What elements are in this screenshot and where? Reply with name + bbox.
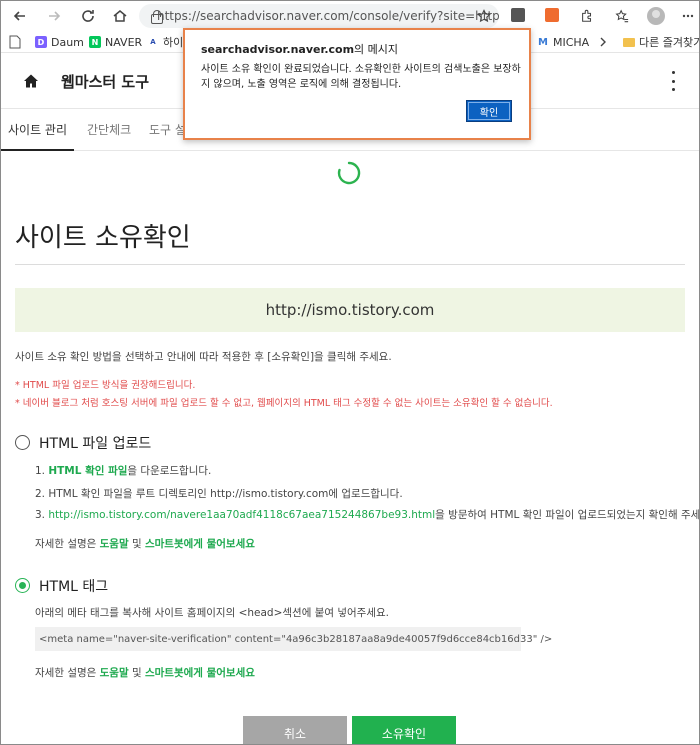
app-title: 웹마스터 도구 [61,73,150,91]
bookmark-micha[interactable]: M MICHA [537,34,589,50]
favorite-add-icon[interactable] [473,5,495,27]
step-text: 을 방문하여 HTML 확인 파일이 업로드되었는지 확인해 주세요. [435,509,700,521]
html-upload-label[interactable]: HTML 파일 업로드 [39,433,151,453]
bookmark-label: 다른 즐겨찾기 [639,36,700,49]
site-url-box: http://ismo.tistory.com [15,288,685,332]
dialog-domain: searchadvisor.naver.com [201,43,355,56]
bookmark-document-icon[interactable] [9,34,21,50]
html-tag-description: 아래의 메타 태그를 복사해 사이트 홈페이지의 <head>섹션에 붙여 넣어… [35,607,389,619]
help-link[interactable]: 도움말 [100,667,129,679]
help-middle: 및 [128,538,145,550]
step-number: 1. [35,465,49,477]
bookmark-daum[interactable]: D Daum [35,34,84,50]
profile-avatar[interactable] [647,7,665,25]
address-url: https://searchadvisor.naver.com/console/… [157,9,499,23]
upload-step-2: 2. HTML 확인 파일을 루트 디렉토리인 http://ismo.tist… [35,488,403,500]
instruction-text: 사이트 소유 확인 방법을 선택하고 안내에 따라 적용한 후 [소유확인]을 … [15,351,392,363]
bookmark-label: Daum [51,35,84,49]
reload-icon[interactable] [77,5,99,27]
extension-tool-icon[interactable] [545,8,559,22]
favorites-icon[interactable] [611,5,633,27]
bookmark-other-favorites[interactable]: 다른 즐겨찾기 [623,34,700,50]
html-upload-radio[interactable] [15,435,30,450]
back-icon[interactable] [9,5,31,27]
upload-step-1: 1. HTML 확인 파일을 다운로드합니다. [35,463,211,478]
tab-site-management[interactable]: 사이트 관리 [1,109,74,151]
home-browser-icon[interactable] [109,5,131,27]
help-middle: 및 [128,667,145,679]
dialog-message: 사이트 소유 확인이 완료되었습니다. 소유확인한 사이트의 검색노출은 보장하… [201,64,521,90]
warning-text: * HTML 파일 업로드 방식을 권장해드립니다. [15,380,196,391]
upload-step-3: 3. http://ismo.tistory.com/navere1aa70ad… [35,507,700,522]
meta-tag-code[interactable]: <meta name="naver-site-verification" con… [39,634,552,645]
html-tag-label[interactable]: HTML 태그 [39,576,108,596]
help-text: 자세한 설명은 도움말 및 스마트봇에게 물어보세요 [35,536,255,551]
step-number: 3. [35,509,49,521]
download-html-file-link[interactable]: HTML 확인 파일 [48,465,127,477]
bookmark-label: MICHA [553,35,590,49]
meta-tag-box[interactable]: <meta name="naver-site-verification" con… [35,627,552,651]
smartbot-link[interactable]: 스마트봇에게 물어보세요 [145,667,255,679]
alert-dialog: searchadvisor.naver.com의 메시지 사이트 소유 확인이 … [183,28,531,140]
html-tag-radio[interactable] [15,578,30,593]
extension-c-icon[interactable] [511,8,525,22]
daum-icon: D [35,36,47,48]
smartbot-link[interactable]: 스마트봇에게 물어보세요 [145,538,255,550]
step-text: 을 다운로드합니다. [127,465,212,477]
naver-icon: N [89,36,101,48]
help-prefix: 자세한 설명은 [35,538,100,550]
address-bar[interactable]: https://searchadvisor.naver.com/console/… [139,4,499,28]
bookmark-label: NAVER [105,35,143,49]
browser-window: https://searchadvisor.naver.com/console/… [0,0,700,745]
extensions-puzzle-icon[interactable] [576,5,598,27]
dialog-title: searchadvisor.naver.com의 메시지 [201,41,398,57]
help-text: 자세한 설명은 도움말 및 스마트봇에게 물어보세요 [35,665,255,680]
page-title: 사이트 소유확인 [15,223,191,253]
warning-text: * 네이버 블로그 처럼 호스팅 서버에 파일 업로드 할 수 없고, 웹페이지… [15,398,553,409]
micha-icon: M [537,36,549,48]
browser-toolbar: https://searchadvisor.naver.com/console/… [1,1,699,31]
bookmark-hai[interactable]: A 하이 [147,34,183,50]
home-icon[interactable] [23,73,39,89]
loading-spinner-icon [337,161,361,185]
cancel-button[interactable]: 취소 [243,716,347,744]
browser-menu-icon[interactable] [677,5,699,27]
folder-icon [623,37,635,47]
bookmark-naver[interactable]: N NAVER [89,34,142,50]
title-divider [15,264,685,265]
forward-icon[interactable] [43,5,65,27]
tab-simple-check[interactable]: 간단체크 [87,109,131,151]
abn-icon: A [147,36,159,48]
dialog-title-suffix: 의 메시지 [354,43,399,56]
bookmark-label: 하이 [163,36,184,49]
help-link[interactable]: 도움말 [100,538,129,550]
help-prefix: 자세한 설명은 [35,667,100,679]
more-menu-icon[interactable] [669,71,677,91]
dialog-ok-button[interactable]: 확인 [466,100,512,122]
site-url: http://ismo.tistory.com [265,301,435,319]
verify-ownership-button[interactable]: 소유확인 [352,716,456,744]
bookmarks-overflow-icon[interactable] [599,34,607,50]
verification-file-link[interactable]: http://ismo.tistory.com/navere1aa70adf41… [48,509,435,521]
